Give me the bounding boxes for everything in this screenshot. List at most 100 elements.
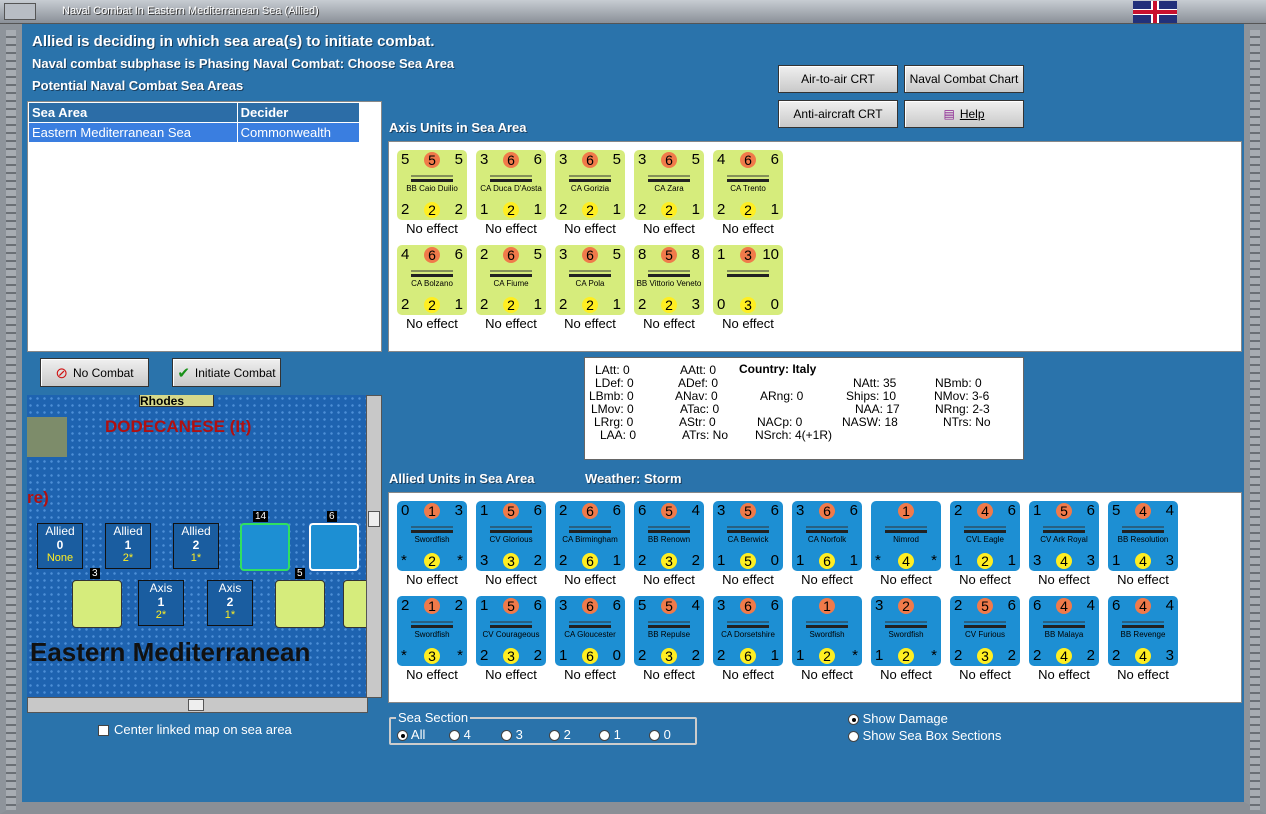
ship-silhouette-icon: [648, 619, 690, 628]
axis-unit-counter[interactable]: 3 6 5 2 2 1 CA Pola: [555, 245, 625, 315]
map-stack-allied-renown[interactable]: [240, 523, 290, 571]
ally-unit-counter[interactable]: 2 4 6 1 2 1 CVL Eagle: [950, 501, 1020, 571]
allied-sea-box-0[interactable]: Allied 0 None: [37, 523, 83, 569]
ally-unit-counter[interactable]: 5 4 4 1 4 3 BB Resolution: [1108, 501, 1178, 571]
ally-unit-counter[interactable]: 3 6 6 1 6 1 CA Norfolk: [792, 501, 862, 571]
unit-value-br: 1: [612, 201, 621, 218]
combat-effect-label: No effect: [564, 667, 616, 682]
button-label: Help: [959, 107, 985, 121]
ally-unit-counter[interactable]: 5 5 4 2 3 2 BB Repulse: [634, 596, 704, 666]
section-option-3[interactable]: 3: [501, 727, 523, 742]
unit-value-tl: 1: [717, 246, 726, 263]
section-option-0[interactable]: 0: [649, 727, 671, 742]
show-damage-radio[interactable]: Show Damage: [848, 711, 948, 726]
allied-sea-box-2[interactable]: Allied 2 1*: [173, 523, 219, 569]
ally-unit-counter[interactable]: 3 6 6 1 6 0 CA Gloucester: [555, 596, 625, 666]
unit-value-br: 1: [1007, 552, 1016, 569]
unit-value-tc: 6: [740, 598, 756, 614]
no-combat-button[interactable]: ⊘ No Combat: [40, 358, 149, 387]
section-option-4[interactable]: 4: [449, 727, 471, 742]
checkbox-box[interactable]: [98, 725, 109, 737]
axis-unit-counter[interactable]: 4 6 6 2 2 1 CA Trento: [713, 150, 783, 220]
air-to-air-crt-button[interactable]: Air-to-air CRT: [778, 65, 898, 93]
table-row[interactable]: Eastern Mediterranean Sea Commonwealth: [28, 122, 361, 143]
ally-unit-counter[interactable]: 1 * 4 * Nimrod: [871, 501, 941, 571]
ally-unit-counter[interactable]: 0 1 3 * 2 * Swordfish: [397, 501, 467, 571]
unit-value-bl: 1: [717, 552, 726, 569]
ally-unit-counter[interactable]: 2 5 6 2 3 2 CV Furious: [950, 596, 1020, 666]
naval-combat-chart-button[interactable]: Naval Combat Chart: [904, 65, 1024, 93]
ally-unit-counter[interactable]: 3 2 1 2 * Swordfish: [871, 596, 941, 666]
ship-silhouette-icon: [648, 524, 690, 533]
unit-value-bc: 2: [977, 553, 993, 569]
unit-value-tr: 5: [612, 151, 621, 168]
map-stack-axis-fiume[interactable]: [275, 580, 325, 628]
map-stack-allied-gloucester[interactable]: [309, 523, 359, 571]
book-icon: ▤: [943, 107, 955, 121]
col-decider[interactable]: Decider: [236, 102, 361, 123]
radio-label: Show Damage: [862, 711, 948, 726]
unit-value-tr: 10: [762, 246, 779, 263]
axis-unit-counter[interactable]: 4 6 6 2 2 1 CA Bolzano: [397, 245, 467, 315]
show-sea-box-sections-radio[interactable]: Show Sea Box Sections: [848, 728, 1001, 743]
unit-value-br: 3: [1086, 552, 1095, 569]
unit-value-tc: 5: [661, 598, 677, 614]
unit-value-tc: 4: [1135, 598, 1151, 614]
axis-unit-counter[interactable]: 3 6 5 2 2 1 CA Zara: [634, 150, 704, 220]
map-vertical-scrollbar[interactable]: [366, 395, 382, 698]
unit-value-bc: 4: [1135, 648, 1151, 664]
unit-stats-panel: LAtt: 0 LDef: 0 LBmb: 0 LMov: 0 LRrg: 0 …: [584, 357, 1024, 460]
map-stack-axis-vittorio[interactable]: [72, 580, 122, 628]
sea-area-cell[interactable]: Eastern Mediterranean Sea: [28, 122, 238, 143]
section-option-2[interactable]: 2: [549, 727, 571, 742]
ally-unit-counter[interactable]: 1 5 6 2 3 2 CV Courageous: [476, 596, 546, 666]
ship-silhouette-icon: [648, 173, 690, 182]
axis-unit-counter[interactable]: 3 6 6 1 2 1 CA Duca D'Aosta: [476, 150, 546, 220]
axis-unit-counter[interactable]: 8 5 8 2 2 3 BB Vittorio Veneto: [634, 245, 704, 315]
unit-value-tr: 4: [1165, 502, 1174, 519]
unit-value-tc: 5: [503, 598, 519, 614]
combat-effect-label: No effect: [1038, 572, 1090, 587]
axis-unit-counter[interactable]: 1 3 10 0 3 0: [713, 245, 783, 315]
decider-cell[interactable]: Commonwealth: [236, 122, 361, 143]
ally-unit-counter[interactable]: 6 4 4 2 4 3 BB Revenge: [1108, 596, 1178, 666]
anti-aircraft-crt-button[interactable]: Anti-aircraft CRT: [778, 100, 898, 128]
map-horizontal-scrollbar[interactable]: [27, 697, 368, 713]
axis-sea-box-2[interactable]: Axis 2 1*: [207, 580, 253, 626]
system-menu-button[interactable]: [4, 3, 36, 20]
ally-unit-counter[interactable]: 1 1 2 * Swordfish: [792, 596, 862, 666]
unit-value-tc: 6: [503, 152, 519, 168]
unit-value-tl: 2: [954, 597, 963, 614]
ally-unit-counter[interactable]: 1 5 6 3 4 3 CV Ark Royal: [1029, 501, 1099, 571]
ally-unit-counter[interactable]: 3 6 6 2 6 1 CA Dorsetshire: [713, 596, 783, 666]
axis-unit-counter[interactable]: 2 6 5 2 2 1 CA Fiume: [476, 245, 546, 315]
sea-area-map[interactable]: Rhodes DODECANESE (It) re) Allied 0 None A…: [27, 395, 368, 697]
unit-value-bc: 2: [582, 202, 598, 218]
unit-value-br: *: [852, 647, 858, 664]
unit-value-tl: 1: [1033, 502, 1042, 519]
section-option-1[interactable]: 1: [599, 727, 621, 742]
stat-nmov: NMov: 3-6: [934, 389, 990, 403]
unit-value-bl: 1: [796, 647, 805, 664]
section-option-all[interactable]: All: [397, 727, 425, 742]
axis-unit-counter[interactable]: 3 6 5 2 2 1 CA Gorizia: [555, 150, 625, 220]
center-linked-checkbox[interactable]: Center linked map on sea area: [98, 722, 292, 737]
ally-unit-counter[interactable]: 1 5 6 3 3 2 CV Glorious: [476, 501, 546, 571]
help-button[interactable]: ▤ Help: [904, 100, 1024, 128]
unit-value-bl: 1: [480, 201, 489, 218]
initiate-combat-button[interactable]: ✔ Initiate Combat: [172, 358, 281, 387]
sea-area-list[interactable]: Sea Area Decider Eastern Mediterranean Se…: [27, 101, 382, 352]
unit-value-name: CA Gorizia: [570, 184, 610, 193]
stat-atrs: ATrs: No: [682, 428, 729, 442]
axis-unit-counter[interactable]: 5 5 5 2 2 2 BB Caio Duilio: [397, 150, 467, 220]
ally-unit-counter[interactable]: 6 5 4 2 3 2 BB Renown: [634, 501, 704, 571]
axis-sea-box-1[interactable]: Axis 1 2*: [138, 580, 184, 626]
ally-unit-counter[interactable]: 2 1 2 * 3 * Swordfish: [397, 596, 467, 666]
ally-unit-counter[interactable]: 2 6 6 2 6 1 CA Birmingham: [555, 501, 625, 571]
allied-sea-box-1[interactable]: Allied 1 2*: [105, 523, 151, 569]
ally-unit-counter[interactable]: 3 5 6 1 5 0 CA Berwick: [713, 501, 783, 571]
col-sea-area[interactable]: Sea Area: [28, 102, 238, 123]
map-stack-axis-partial[interactable]: [343, 580, 368, 628]
ally-unit-counter[interactable]: 6 4 4 2 4 2 BB Malaya: [1029, 596, 1099, 666]
unit-value-bl: 2: [559, 296, 568, 313]
